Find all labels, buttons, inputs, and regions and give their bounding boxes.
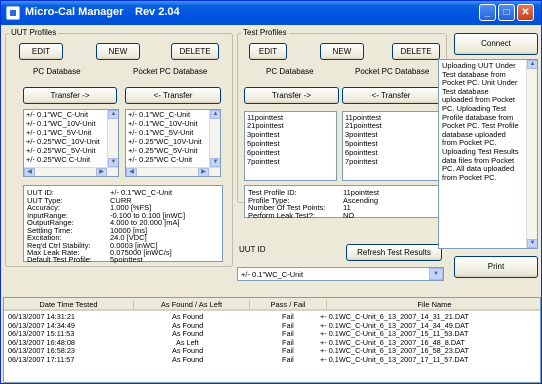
test-pocket-list[interactable]: 11pointtest 21pointtest 3pointtest 5poin…: [342, 111, 440, 181]
scroll-right-icon[interactable]: ▶: [96, 168, 107, 176]
uut-profiles-label: UUT Profiles: [9, 28, 59, 37]
vertical-scrollbar[interactable]: ▲ ▼: [526, 60, 537, 248]
list-item[interactable]: +/- 0.25"WC C-Unit: [126, 155, 220, 164]
uut-edit-button[interactable]: EDIT: [19, 43, 63, 60]
detail-value: 5pointtest: [110, 254, 143, 264]
uut-transfer-to-pc-button[interactable]: <- Transfer: [125, 87, 221, 104]
column-header[interactable]: Pass / Fail: [250, 300, 327, 309]
test-profiles-label: Test Profiles: [241, 28, 289, 37]
scroll-left-icon[interactable]: ◀: [126, 168, 137, 176]
scroll-left-icon[interactable]: ◀: [24, 168, 35, 176]
scroll-up-icon[interactable]: ▲: [527, 60, 537, 69]
list-item[interactable]: 3pointtest: [343, 130, 439, 139]
uut-id-selected-value: +/- 0.1"WC_C-Unit: [241, 270, 304, 279]
list-item[interactable]: +/- 0.1"WC_10V-Unit: [24, 119, 118, 128]
table-header: Date Time Tested As Found / As Left Pass…: [4, 298, 540, 311]
table-row[interactable]: 06/13/2007 17:11:57 As Found Fail +- 0.1…: [4, 355, 540, 365]
scroll-down-icon[interactable]: ▼: [108, 158, 118, 167]
date-cell: 06/13/2007 17:11:57: [8, 355, 75, 364]
list-item[interactable]: +/- 0.25"WC C-Unit: [24, 155, 118, 164]
test-pc-db-label: PC Database: [266, 67, 314, 76]
list-item[interactable]: +/- 0.1"WC_10V-Unit: [126, 119, 220, 128]
list-item[interactable]: 7pointtest: [245, 157, 336, 166]
uut-id-dropdown[interactable]: +/- 0.1"WC_C-Unit ▼: [237, 267, 444, 281]
status-log: Uploading UUT Under Test database from P…: [438, 59, 538, 249]
scroll-up-icon[interactable]: ▲: [108, 110, 118, 119]
list-item[interactable]: +/- 0.25"WC_5V-Unit: [126, 146, 220, 155]
status-log-text: Uploading UUT Under Test database from P…: [442, 61, 519, 182]
test-delete-button[interactable]: DELETE: [392, 43, 440, 60]
column-header[interactable]: As Found / As Left: [134, 300, 250, 309]
list-item[interactable]: +/- 0.1"WC_C-Unit: [126, 110, 220, 119]
test-new-button[interactable]: NEW: [320, 43, 364, 60]
list-item[interactable]: 3pointtest: [245, 130, 336, 139]
scroll-down-icon[interactable]: ▼: [210, 158, 220, 167]
uut-transfer-to-pocket-button[interactable]: Transfer ->: [23, 87, 117, 104]
test-transfer-to-pc-button[interactable]: <- Transfer: [342, 87, 440, 104]
uut-pc-list[interactable]: +/- 0.1"WC_C-Unit +/- 0.1"WC_10V-Unit +/…: [23, 109, 119, 177]
scroll-right-icon[interactable]: ▶: [198, 168, 209, 176]
uut-pocket-db-label: Pocket PC Database: [133, 67, 208, 76]
uut-pc-db-label: PC Database: [33, 67, 81, 76]
list-item[interactable]: 7pointtest: [343, 157, 439, 166]
test-edit-button[interactable]: EDIT: [249, 43, 287, 60]
print-button[interactable]: Print: [454, 256, 538, 278]
list-item[interactable]: +/- 0.25"WC_10V-Unit: [24, 137, 118, 146]
test-details-panel: Test Profile ID: 11pointtest Profile Typ…: [244, 185, 440, 220]
test-transfer-to-pocket-button[interactable]: Transfer ->: [244, 87, 339, 104]
connect-button[interactable]: Connect: [454, 33, 538, 55]
list-item[interactable]: +/- 0.1"WC_C-Unit: [24, 110, 118, 119]
list-item[interactable]: 21pointtest: [343, 121, 439, 130]
title-bar[interactable]: Micro-Cal Manager Rev 2.04 _ □ ✕: [1, 1, 541, 25]
found-left-cell: As Found: [172, 355, 204, 364]
column-header[interactable]: Date Time Tested: [4, 300, 134, 309]
uut-new-button[interactable]: NEW: [96, 43, 140, 60]
revision-label: Rev 2.04: [135, 6, 180, 18]
window-title: Micro-Cal Manager: [25, 6, 124, 18]
test-results-table[interactable]: Date Time Tested As Found / As Left Pass…: [3, 297, 541, 383]
scroll-up-icon[interactable]: ▲: [210, 110, 220, 119]
maximize-button[interactable]: □: [498, 4, 515, 21]
list-item[interactable]: 6pointtest: [343, 148, 439, 157]
uut-details-panel: UUT ID: +/- 0.1"WC_C-Unit UUT Type: CURR…: [23, 185, 223, 264]
app-icon: [6, 6, 20, 20]
horizontal-scrollbar[interactable]: ◀ ▶: [126, 167, 220, 176]
list-item[interactable]: 6pointtest: [245, 148, 336, 157]
chevron-down-icon[interactable]: ▼: [429, 268, 443, 280]
list-item[interactable]: +/- 0.1"WC_5V-Unit: [24, 128, 118, 137]
uut-id-label: UUT ID: [239, 245, 266, 254]
file-name-cell: +- 0.1WC_C-Unit_6_13_2007_17_11_57.DAT: [320, 355, 469, 364]
app-window: Micro-Cal Manager Rev 2.04 _ □ ✕ UUT Pro…: [0, 0, 542, 384]
minimize-button[interactable]: _: [479, 4, 496, 21]
close-button[interactable]: ✕: [517, 4, 534, 21]
scroll-down-icon[interactable]: ▼: [527, 239, 537, 248]
uut-delete-button[interactable]: DELETE: [171, 43, 219, 60]
column-header[interactable]: File Name: [327, 300, 540, 309]
test-pocket-db-label: Pocket PC Database: [355, 67, 430, 76]
list-item[interactable]: 21pointtest: [245, 121, 336, 130]
list-item[interactable]: +/- 0.25"WC_10V-Unit: [126, 137, 220, 146]
uut-pocket-list[interactable]: +/- 0.1"WC_C-Unit +/- 0.1"WC_10V-Unit +/…: [125, 109, 221, 177]
list-item[interactable]: +/- 0.25"WC_5V-Unit: [24, 146, 118, 155]
detail-label: Perform Leak Test?:: [248, 210, 315, 220]
refresh-test-results-button[interactable]: Refresh Test Results: [346, 244, 442, 261]
list-item[interactable]: 5pointtest: [343, 139, 439, 148]
detail-label: Default Test Profile:: [27, 254, 92, 264]
list-item[interactable]: 11pointtest: [343, 112, 439, 122]
horizontal-scrollbar[interactable]: ◀ ▶: [24, 167, 118, 176]
list-item[interactable]: 11pointtest: [245, 112, 336, 122]
list-item[interactable]: 5pointtest: [245, 139, 336, 148]
test-pc-list[interactable]: 11pointtest 21pointtest 3pointtest 5poin…: [244, 111, 337, 181]
list-item[interactable]: +/- 0.1"WC_5V-Unit: [126, 128, 220, 137]
pass-fail-cell: Fail: [282, 355, 294, 364]
detail-value: NO: [343, 210, 355, 220]
